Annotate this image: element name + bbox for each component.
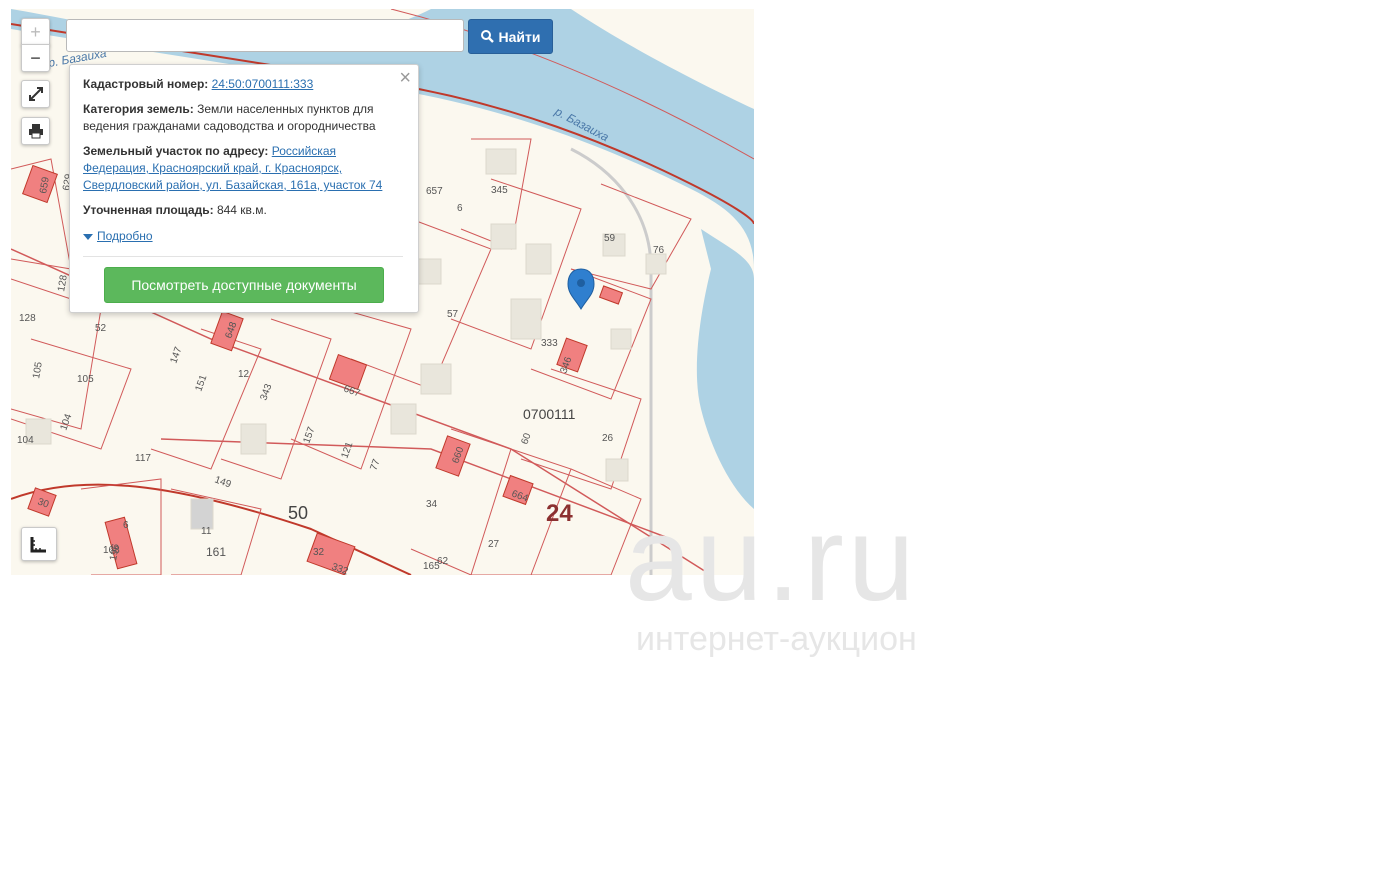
parcel-label: 105 [31, 361, 45, 380]
parcel-label: 52 [95, 323, 107, 334]
ruler-icon [30, 537, 46, 553]
details-link-label: Подробно [97, 229, 153, 243]
search-button[interactable]: Найти [468, 19, 553, 54]
parcel-label: 128 [19, 313, 36, 324]
view-documents-button[interactable]: Посмотреть доступные документы [104, 267, 384, 303]
watermark-logo: au.ru [625, 492, 919, 626]
cadastral-row: Кадастровый номер: 24:50:0700111:333 [83, 76, 403, 93]
zoom-in-button[interactable]: + [21, 18, 50, 46]
parcel-label: 149 [213, 474, 233, 490]
parcel-label: 77 [368, 457, 382, 472]
details-toggle[interactable]: Подробно [83, 229, 153, 243]
parcel-label: 161 [206, 545, 226, 559]
parcel-label: 6 [457, 203, 463, 214]
parcel-label: 121 [339, 440, 355, 460]
parcel-label: 76 [653, 245, 665, 256]
parcel-label: 60 [519, 431, 533, 446]
search-button-label: Найти [498, 28, 541, 45]
parcel-label: 104 [17, 435, 34, 446]
printer-icon [28, 124, 43, 139]
area-label: Уточненная площадь: [83, 203, 214, 217]
print-button[interactable] [21, 117, 50, 145]
fullscreen-button[interactable] [21, 80, 50, 108]
parcel-label: 157 [301, 425, 317, 445]
parcel-info-popup: × Кадастровый номер: 24:50:0700111:333 К… [69, 64, 419, 313]
popup-divider [83, 256, 403, 257]
area-row: Уточненная площадь: 844 кв.м. [83, 202, 403, 219]
parcel-label: 12 [238, 369, 250, 380]
parcel-label: 11 [201, 526, 212, 537]
cadastral-number-link[interactable]: 24:50:0700111:333 [212, 77, 314, 91]
search-icon [480, 30, 494, 43]
parcel-label: 343 [258, 382, 274, 402]
parcel-label: 117 [135, 453, 151, 464]
address-row: Земельный участок по адресу: Российская … [83, 143, 403, 194]
category-label: Категория земель: [83, 102, 194, 116]
parcel-label: 147 [168, 345, 184, 365]
quarter-label-50: 50 [288, 503, 308, 523]
parcel-label: 104 [58, 412, 74, 432]
parcel-label: 62 [437, 556, 449, 567]
parcel-label: 168 [103, 545, 120, 556]
parcel-label: 657 [426, 186, 443, 197]
caret-down-icon [83, 233, 93, 240]
quarter-label-24: 24 [546, 500, 573, 527]
parcel-label: 32 [313, 547, 325, 558]
area-value: 844 кв.м. [216, 203, 267, 217]
parcel-label: 6 [123, 520, 129, 531]
address-label: Земельный участок по адресу: [83, 144, 269, 158]
parcel-label: 105 [77, 374, 94, 385]
ruler-button[interactable] [21, 527, 57, 561]
parcel-label: 59 [604, 233, 616, 244]
parcel-label: 26 [602, 433, 614, 444]
cadastral-label: Кадастровый номер: [83, 77, 209, 91]
parcel-label: 34 [426, 499, 438, 510]
parcel-label: 151 [193, 373, 209, 393]
zoom-out-button[interactable]: − [21, 44, 50, 72]
parcel-label: 57 [447, 309, 459, 320]
parcel-label: 333 [541, 338, 558, 349]
parcel-label: 128 [56, 274, 70, 293]
category-row: Категория земель: Земли населенных пункт… [83, 101, 403, 135]
block-label: 0700111 [523, 406, 576, 422]
search-input[interactable] [66, 19, 464, 52]
watermark-tagline: интернет-аукцион [636, 620, 917, 658]
expand-icon [28, 87, 43, 101]
parcel-label: 345 [491, 185, 508, 196]
parcel-label: 27 [488, 539, 500, 550]
